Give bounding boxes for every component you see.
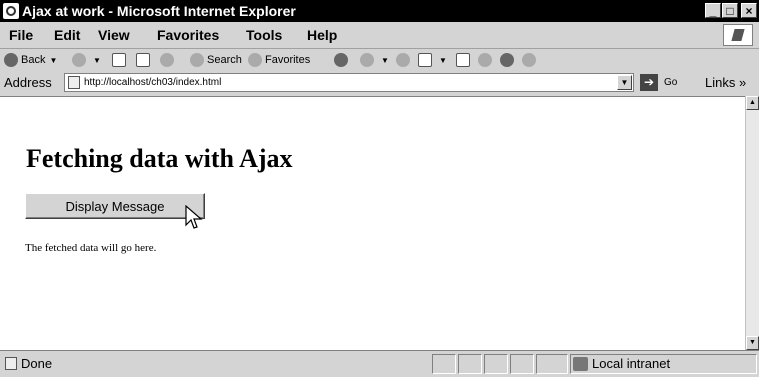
- menu-file[interactable]: File: [9, 27, 33, 43]
- window-title: Ajax at work - Microsoft Internet Explor…: [22, 3, 296, 19]
- refresh-icon: [136, 53, 150, 67]
- menu-bar: File Edit View Favorites Tools Help: [0, 22, 759, 49]
- menu-view[interactable]: View: [98, 27, 130, 43]
- forward-arrow-icon: [72, 53, 86, 67]
- vertical-scrollbar[interactable]: ▲ ▼: [745, 96, 759, 350]
- address-dropdown-icon[interactable]: ▼: [617, 75, 632, 90]
- people-icon: [522, 53, 536, 67]
- research-icon: [478, 53, 492, 67]
- print-icon: [396, 53, 410, 67]
- address-url[interactable]: http://localhost/ch03/index.html: [84, 74, 221, 91]
- status-panel: [458, 354, 482, 374]
- status-bar: Done Local intranet: [0, 350, 759, 377]
- scroll-up-icon[interactable]: ▲: [746, 96, 759, 110]
- status-panel: [510, 354, 534, 374]
- address-bar: Address http://localhost/ch03/index.html…: [0, 71, 759, 95]
- scroll-down-icon[interactable]: ▼: [746, 336, 759, 350]
- refresh-button[interactable]: [136, 51, 153, 69]
- status-panel: [484, 354, 508, 374]
- windows-throbber-icon: [723, 24, 753, 46]
- status-panel: [432, 354, 456, 374]
- search-icon: [190, 53, 204, 67]
- search-label: Search: [207, 54, 242, 66]
- address-label: Address: [4, 75, 52, 90]
- title-bar: Ajax at work - Microsoft Internet Explor…: [0, 0, 759, 22]
- forward-button[interactable]: ▼: [72, 51, 101, 69]
- favorites-button[interactable]: Favorites: [248, 51, 310, 69]
- back-button[interactable]: Back ▼: [4, 51, 57, 69]
- standard-toolbar: Back ▼ ▼ Search Favorites ▼ ▼: [0, 49, 759, 71]
- maximize-button[interactable]: □: [722, 3, 738, 18]
- minimize-button[interactable]: _: [705, 3, 721, 18]
- search-button[interactable]: Search: [190, 51, 242, 69]
- messenger-icon: [500, 53, 514, 67]
- security-zone-text: Local intranet: [592, 356, 671, 371]
- links-button[interactable]: Links »: [705, 75, 746, 90]
- status-panel: [536, 354, 568, 374]
- mouse-cursor-icon: [185, 205, 203, 229]
- mail-button[interactable]: ▼: [360, 51, 389, 69]
- menu-favorites[interactable]: Favorites: [157, 27, 219, 43]
- close-button[interactable]: ×: [741, 3, 757, 18]
- print-button[interactable]: [396, 51, 413, 69]
- history-button[interactable]: [334, 51, 351, 69]
- home-icon: [160, 53, 174, 67]
- page-done-icon: [5, 357, 17, 370]
- address-input[interactable]: http://localhost/ch03/index.html ▼: [64, 73, 634, 92]
- stop-button[interactable]: [112, 51, 129, 69]
- messenger-button[interactable]: [500, 51, 517, 69]
- favorites-star-icon: [248, 53, 262, 67]
- menu-edit[interactable]: Edit: [54, 27, 80, 43]
- back-label: Back: [21, 54, 46, 66]
- mail-icon: [360, 53, 374, 67]
- browser-window: Ajax at work - Microsoft Internet Explor…: [0, 0, 759, 377]
- mail-dropdown-icon[interactable]: ▼: [381, 56, 389, 65]
- forward-dropdown-icon[interactable]: ▼: [93, 56, 101, 65]
- display-message-button[interactable]: Display Message: [25, 193, 205, 219]
- edit-dropdown-icon[interactable]: ▼: [439, 56, 447, 65]
- go-arrow-icon[interactable]: ➔: [640, 74, 658, 91]
- people-button[interactable]: [522, 51, 539, 69]
- page-icon: [68, 76, 80, 89]
- home-button[interactable]: [160, 51, 177, 69]
- favorites-label: Favorites: [265, 54, 311, 66]
- discuss-icon: [456, 53, 470, 67]
- page-heading: Fetching data with Ajax: [26, 144, 293, 173]
- back-dropdown-icon[interactable]: ▼: [49, 56, 57, 65]
- history-icon: [334, 53, 348, 67]
- word-edit-icon: [418, 53, 432, 67]
- discuss-button[interactable]: [456, 51, 473, 69]
- back-arrow-icon: [4, 53, 18, 67]
- menu-tools[interactable]: Tools: [246, 27, 282, 43]
- edit-button[interactable]: ▼: [418, 51, 447, 69]
- status-text: Done: [21, 356, 53, 371]
- page-content: Fetching data with Ajax Display Message …: [0, 96, 745, 350]
- menu-help[interactable]: Help: [307, 27, 337, 43]
- research-button[interactable]: [478, 51, 495, 69]
- local-intranet-icon: [573, 357, 588, 371]
- ie-app-icon[interactable]: [3, 3, 19, 19]
- stop-icon: [112, 53, 126, 67]
- go-button[interactable]: Go: [664, 77, 677, 88]
- fetched-data-target: The fetched data will go here.: [25, 242, 157, 254]
